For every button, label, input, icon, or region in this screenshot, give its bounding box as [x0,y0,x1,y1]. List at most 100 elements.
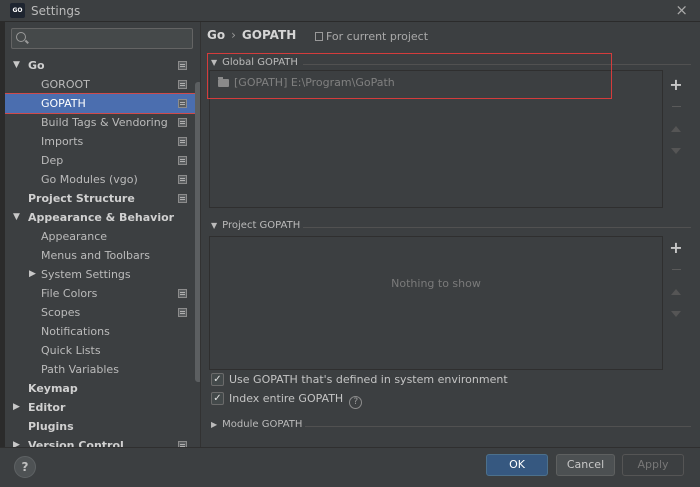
sidebar-item-keymap[interactable]: Keymap [5,379,201,398]
expand-right-icon[interactable]: ▶ [13,436,20,447]
project-level-icon [178,99,187,108]
project-level-icon [178,175,187,184]
project-gopath-header[interactable]: ▼ Project GOPATH [211,220,300,231]
project-gopath-title: Project GOPATH [222,220,301,231]
sidebar-item-appearance[interactable]: Appearance [5,227,201,246]
sidebar-item-system-settings[interactable]: ▶ System Settings [5,265,201,284]
dialog-footer: ? OK Cancel Apply [0,447,700,487]
sidebar-item-file-colors[interactable]: File Colors [5,284,201,303]
remove-icon[interactable] [665,96,687,118]
checkbox-checked-icon[interactable]: ✓ [211,373,224,386]
project-level-icon [178,308,187,317]
section-divider [303,227,691,228]
module-gopath-title: Module GOPATH [222,419,303,430]
sidebar-item-scopes[interactable]: Scopes [5,303,201,322]
project-level-icon [178,118,187,127]
project-level-icon [178,156,187,165]
index-entire-gopath-label: Index entire GOPATH [229,392,344,405]
project-level-icon [178,194,187,203]
breadcrumb-separator: › [231,28,236,42]
apply-button[interactable]: Apply [622,454,684,476]
sidebar-item-label: Editor [28,401,66,414]
settings-search-input[interactable] [34,31,184,46]
sidebar-item-go[interactable]: ▼ Go [5,56,201,75]
cancel-button[interactable]: Cancel [556,454,615,476]
help-icon[interactable]: ? [349,396,363,409]
sidebar-item-quick-lists[interactable]: Quick Lists [5,341,201,360]
expand-right-icon[interactable]: ▶ [29,265,36,284]
move-up-icon[interactable] [665,281,687,303]
project-scope-icon [315,32,323,41]
sidebar-item-editor[interactable]: ▶ Editor [5,398,201,417]
sidebar-item-label: Keymap [28,382,78,395]
help-button[interactable]: ? [14,456,36,478]
module-gopath-header[interactable]: ▶ Module GOPATH [211,419,302,430]
sidebar-item-label: GOROOT [41,78,90,91]
goland-app-icon: GO [10,3,25,18]
sidebar-item-label: Appearance & Behavior [28,211,175,224]
add-icon[interactable]: + [665,237,687,259]
sidebar-item-gopath[interactable]: GOPATH [5,93,201,114]
remove-icon[interactable] [665,259,687,281]
sidebar-item-dep[interactable]: Dep [5,151,201,170]
breadcrumb: Go › GOPATH [207,28,296,42]
sidebar-item-go-modules-vgo[interactable]: Go Modules (vgo) [5,170,201,189]
ok-button[interactable]: OK [486,454,548,476]
project-level-icon [178,80,187,89]
expand-down-icon[interactable]: ▼ [13,208,20,227]
use-system-gopath-label: Use GOPATH that's defined in system envi… [229,373,508,386]
settings-sidebar: ▼ Go GOROOT GOPATH Build Tags & Vendoring Imp… [5,22,201,447]
sidebar-item-notifications[interactable]: Notifications [5,322,201,341]
checkbox-checked-icon[interactable]: ✓ [211,392,224,405]
breadcrumb-parent[interactable]: Go [207,28,225,42]
add-icon[interactable]: + [665,74,687,96]
sidebar-item-label: Path Variables [41,363,119,376]
search-icon [16,32,26,42]
title-bar: GO Settings × [0,0,700,22]
breadcrumb-current: GOPATH [241,28,297,42]
sidebar-item-label: Go Modules (vgo) [41,173,138,186]
sidebar-item-goroot[interactable]: GOROOT [5,75,201,94]
project-gopath-list[interactable]: Nothing to show [209,236,663,370]
index-entire-gopath-row: Index entire GOPATH? [229,391,363,409]
settings-tree: ▼ Go GOROOT GOPATH Build Tags & Vendoring Imp… [5,56,201,447]
expand-down-icon: ▼ [211,221,218,230]
sidebar-item-appearance-behavior[interactable]: ▼ Appearance & Behavior [5,208,201,227]
close-icon[interactable]: × [675,1,688,19]
sidebar-item-label: GOPATH [41,97,86,110]
sidebar-item-label: Go [28,59,45,72]
expand-right-icon[interactable]: ▶ [13,398,20,417]
sidebar-item-project-structure[interactable]: Project Structure [5,189,201,208]
sidebar-item-label: Menus and Toolbars [41,249,150,262]
move-down-icon[interactable] [665,140,687,162]
sidebar-item-label: Quick Lists [41,344,101,357]
sidebar-item-label: Plugins [28,420,74,433]
move-down-icon[interactable] [665,303,687,325]
settings-content: Go › GOPATH For current project ▼ Global GO… [201,22,700,447]
sidebar-item-label: Imports [41,135,84,148]
sidebar-item-path-variables[interactable]: Path Variables [5,360,201,379]
highlight-box [207,53,612,99]
sidebar-item-label: File Colors [41,287,98,300]
sidebar-item-menus-and-toolbars[interactable]: Menus and Toolbars [5,246,201,265]
sidebar-item-label: Version Control [28,439,124,447]
sidebar-item-build-tags-vendoring[interactable]: Build Tags & Vendoring [5,113,201,132]
sidebar-item-imports[interactable]: Imports [5,132,201,151]
window-title: Settings [31,4,81,18]
move-up-icon[interactable] [665,118,687,140]
scope-label: For current project [315,30,428,43]
settings-search-box[interactable] [11,28,193,49]
expand-right-icon: ▶ [211,420,218,429]
sidebar-item-plugins[interactable]: Plugins [5,417,201,436]
sidebar-item-label: System Settings [41,268,131,281]
sidebar-item-label: Project Structure [28,192,135,205]
expand-down-icon[interactable]: ▼ [13,56,20,75]
sidebar-item-label: Dep [41,154,64,167]
project-level-icon [178,289,187,298]
sidebar-item-label: Build Tags & Vendoring [41,116,168,129]
sidebar-item-label: Scopes [41,306,81,319]
empty-list-message: Nothing to show [391,277,481,290]
sidebar-item-version-control[interactable]: ▶ Version Control [5,436,201,447]
scope-label-text: For current project [326,30,429,43]
project-level-icon [178,61,187,70]
